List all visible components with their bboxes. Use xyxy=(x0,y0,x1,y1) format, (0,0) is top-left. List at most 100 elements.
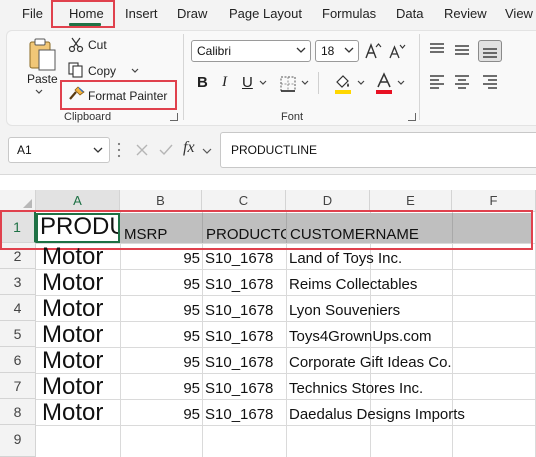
cancel-icon[interactable] xyxy=(134,142,150,158)
cut-icon[interactable] xyxy=(68,37,84,53)
cell-a4[interactable]: Motor xyxy=(42,296,119,322)
tab-home[interactable]: Home xyxy=(69,6,104,21)
copy-dropdown-icon[interactable] xyxy=(131,68,139,74)
cell-c8[interactable]: S10_1678 xyxy=(205,406,285,423)
column-header-b[interactable]: B xyxy=(120,190,202,212)
column-header-e[interactable]: E xyxy=(370,190,452,212)
borders-icon[interactable] xyxy=(279,75,297,93)
row-header-6[interactable]: 6 xyxy=(0,347,36,373)
cell-d5[interactable]: Toys4GrownUps.com xyxy=(289,328,534,345)
tab-formulas[interactable]: Formulas xyxy=(322,6,376,21)
row-header-3[interactable]: 3 xyxy=(0,269,36,295)
copy-button[interactable]: Copy xyxy=(88,64,116,78)
row-header-8[interactable]: 8 xyxy=(0,399,36,425)
tab-draw[interactable]: Draw xyxy=(177,6,207,21)
cell-c6[interactable]: S10_1678 xyxy=(205,354,285,371)
align-top-icon[interactable] xyxy=(428,42,446,58)
function-chevron-icon[interactable] xyxy=(202,147,212,155)
format-painter-button[interactable]: Format Painter xyxy=(88,89,167,103)
cell-b4[interactable]: 95 xyxy=(124,302,200,319)
font-size-select[interactable]: 18 xyxy=(315,40,359,62)
italic-icon[interactable]: I xyxy=(222,74,227,91)
cell-b3[interactable]: 95 xyxy=(124,276,200,293)
name-box[interactable]: A1 xyxy=(8,137,110,163)
decrease-font-icon[interactable] xyxy=(388,42,406,60)
underline-icon[interactable]: U xyxy=(242,74,253,91)
font-color-dropdown-icon[interactable] xyxy=(397,80,405,86)
cell-a1[interactable]: PRODU xyxy=(40,214,118,240)
tab-view[interactable]: View xyxy=(505,6,533,21)
font-color-icon[interactable] xyxy=(375,72,393,94)
row-header-4[interactable]: 4 xyxy=(0,295,36,321)
cell-d7[interactable]: Technics Stores Inc. xyxy=(289,380,534,397)
fill-color-icon[interactable] xyxy=(333,72,353,94)
enter-icon[interactable] xyxy=(158,142,174,158)
tab-page-layout[interactable]: Page Layout xyxy=(229,6,302,21)
cell-b2[interactable]: 95 xyxy=(124,250,200,267)
cell-b5[interactable]: 95 xyxy=(124,328,200,345)
cut-button[interactable]: Cut xyxy=(88,38,107,52)
cell-d3[interactable]: Reims Collectables xyxy=(289,276,534,293)
tab-file[interactable]: File xyxy=(22,6,43,21)
align-left-icon[interactable] xyxy=(428,74,446,90)
group-separator xyxy=(183,34,184,120)
font-launcher-icon[interactable] xyxy=(408,113,416,121)
function-icon[interactable]: fx xyxy=(183,139,195,157)
cell-a7[interactable]: Motor xyxy=(42,374,119,400)
paste-icon[interactable] xyxy=(26,36,58,72)
cell-c1[interactable]: PRODUCTC xyxy=(206,226,286,243)
clipboard-launcher-icon[interactable] xyxy=(170,113,178,121)
cell-b6[interactable]: 95 xyxy=(124,354,200,371)
cell-d4[interactable]: Lyon Souveniers xyxy=(289,302,534,319)
cell-c3[interactable]: S10_1678 xyxy=(205,276,285,293)
chevron-down-icon[interactable] xyxy=(35,89,43,95)
column-header-f[interactable]: F xyxy=(452,190,536,212)
cell-b8[interactable]: 95 xyxy=(124,406,200,423)
cell-a2[interactable]: Motor xyxy=(42,244,119,270)
increase-font-icon[interactable] xyxy=(364,42,382,60)
cell-d1[interactable]: CUSTOMERNAME xyxy=(290,226,450,243)
gridline xyxy=(452,213,453,243)
row-header-9[interactable]: 9 xyxy=(0,425,36,457)
align-center-icon[interactable] xyxy=(453,74,471,90)
tab-data[interactable]: Data xyxy=(396,6,423,21)
column-header-a[interactable]: A xyxy=(36,190,120,212)
row-header-5[interactable]: 5 xyxy=(0,321,36,347)
cell-d6[interactable]: Corporate Gift Ideas Co. xyxy=(289,354,534,371)
align-middle-icon[interactable] xyxy=(453,42,471,58)
bold-icon[interactable]: B xyxy=(197,74,208,91)
borders-dropdown-icon[interactable] xyxy=(301,80,309,86)
column-header-c[interactable]: C xyxy=(202,190,286,212)
cell-a8[interactable]: Motor xyxy=(42,400,119,426)
underline-dropdown-icon[interactable] xyxy=(259,80,267,86)
drag-handle-icon[interactable] xyxy=(116,141,122,159)
cell-a3[interactable]: Motor xyxy=(42,270,119,296)
group-separator xyxy=(419,34,420,120)
format-painter-icon[interactable] xyxy=(68,86,86,102)
font-name-select[interactable]: Calibri xyxy=(191,40,311,62)
cell-a6[interactable]: Motor xyxy=(42,348,119,374)
fill-color-dropdown-icon[interactable] xyxy=(357,80,365,86)
cell-d2[interactable]: Land of Toys Inc. xyxy=(289,250,534,267)
tab-review[interactable]: Review xyxy=(444,6,487,21)
cell-c5[interactable]: S10_1678 xyxy=(205,328,285,345)
row-header-2[interactable]: 2 xyxy=(0,243,36,269)
column-header-d[interactable]: D xyxy=(286,190,370,212)
align-bottom-button[interactable] xyxy=(478,40,502,62)
copy-icon[interactable] xyxy=(68,62,84,78)
name-box-chevron-icon[interactable] xyxy=(93,146,103,154)
cell-c7[interactable]: S10_1678 xyxy=(205,380,285,397)
row-header-7[interactable]: 7 xyxy=(0,373,36,399)
row-header-1[interactable]: 1 xyxy=(0,212,36,243)
cell-d8[interactable]: Daedalus Designs Imports xyxy=(289,406,534,423)
cell-c4[interactable]: S10_1678 xyxy=(205,302,285,319)
tab-insert[interactable]: Insert xyxy=(125,6,158,21)
paste-button-label[interactable]: Paste xyxy=(27,72,58,86)
select-all-button[interactable] xyxy=(0,190,36,212)
formula-input[interactable]: PRODUCTLINE xyxy=(220,132,536,168)
cell-b1[interactable]: MSRP xyxy=(124,226,200,243)
cell-c2[interactable]: S10_1678 xyxy=(205,250,285,267)
align-right-icon[interactable] xyxy=(481,74,499,90)
cell-a5[interactable]: Motor xyxy=(42,322,119,348)
cell-b7[interactable]: 95 xyxy=(124,380,200,397)
